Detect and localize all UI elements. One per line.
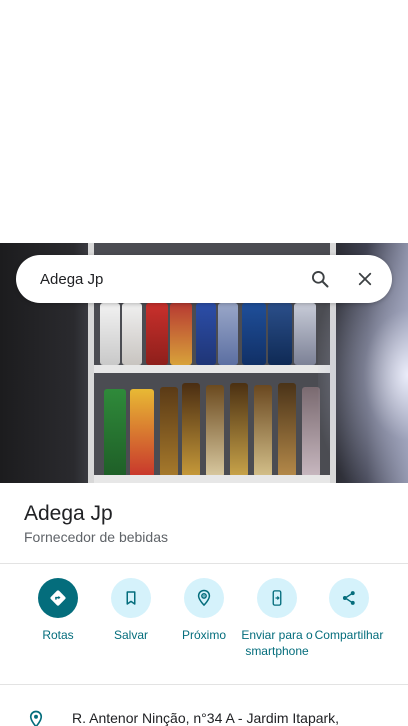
address-text: R. Antenor Ninção, n°34 A - Jardim Itapa…: [72, 710, 340, 726]
save-label: Salvar: [113, 628, 148, 642]
send-to-phone-button[interactable]: Enviar para o smartphone: [237, 578, 317, 659]
directions-icon[interactable]: [38, 578, 78, 618]
blank-area: [0, 0, 408, 243]
share-button[interactable]: Compartilhar: [309, 578, 389, 643]
action-bar: Rotas Salvar Próximo Enviar para o smart…: [0, 578, 408, 678]
place-name: Adega Jp: [24, 502, 113, 525]
search-bar[interactable]: Adega Jp: [16, 255, 392, 303]
share-label: Compartilhar: [314, 628, 384, 642]
location-pin-icon: [27, 710, 45, 726]
directions-button[interactable]: Rotas: [18, 578, 98, 643]
save-button[interactable]: Salvar: [91, 578, 171, 643]
directions-label: Rotas: [42, 628, 74, 642]
search-query[interactable]: Adega Jp: [40, 271, 302, 288]
search-icon[interactable]: [302, 261, 338, 297]
bookmark-icon[interactable]: [111, 578, 151, 618]
nearby-label: Próximo: [181, 628, 226, 642]
send-to-phone-icon[interactable]: [257, 578, 297, 618]
close-icon[interactable]: [347, 261, 383, 297]
address-row[interactable]: R. Antenor Ninção, n°34 A - Jardim Itapa…: [0, 700, 408, 726]
nearby-button[interactable]: Próximo: [164, 578, 244, 643]
share-icon[interactable]: [329, 578, 369, 618]
nearby-icon[interactable]: [184, 578, 224, 618]
divider: [0, 684, 408, 685]
send-to-phone-label: Enviar para o smartphone: [241, 628, 313, 658]
place-category: Fornecedor de bebidas: [24, 529, 168, 545]
divider: [0, 563, 408, 564]
